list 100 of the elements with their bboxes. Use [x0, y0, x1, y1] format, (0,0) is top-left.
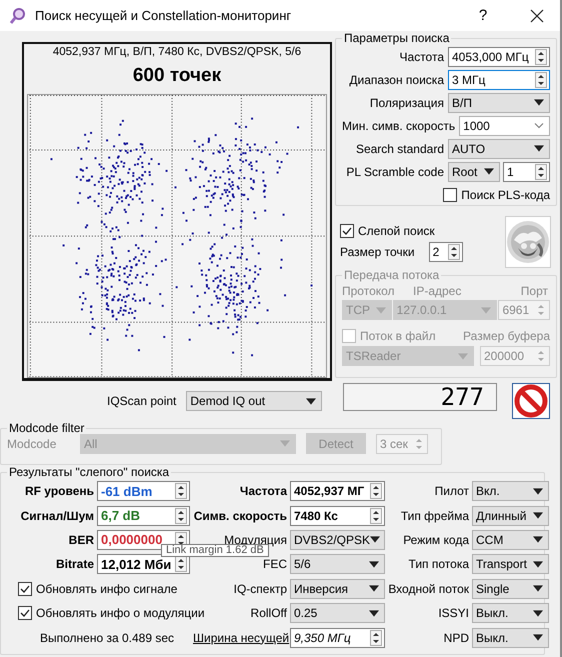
stream-info-label: Режим кода: [402, 532, 469, 547]
spin-field[interactable]: 7480 Кс: [290, 506, 385, 526]
blind-search-checkbox[interactable]: Слепой поиск: [340, 224, 463, 238]
port-label: Порт: [520, 284, 548, 298]
spinner-icon: [175, 508, 187, 524]
spin-field[interactable]: 4053,000 МГц: [448, 46, 550, 66]
dropdown[interactable]: Инверсия: [290, 578, 385, 599]
caret-icon: [534, 99, 544, 106]
dropdown[interactable]: Single: [472, 578, 549, 599]
modulation-label: Модуляция: [223, 532, 287, 547]
caret-icon: [369, 585, 379, 592]
modulation-label: FEC: [262, 557, 287, 572]
signal-value-field[interactable]: 6,7 dB: [97, 506, 190, 526]
dot-size-label: Размер точки: [340, 245, 415, 259]
combo-field[interactable]: 1000: [459, 116, 550, 136]
iqscan-dropdown[interactable]: Demod IQ out: [186, 391, 322, 411]
no-entry-icon: [514, 384, 548, 418]
modcode-label: Modcode: [7, 436, 58, 450]
caret-icon: [370, 536, 380, 544]
dropdown[interactable]: Вкл.: [472, 481, 549, 502]
pls-search-checkbox[interactable]: Поиск PLS-кода: [443, 188, 550, 202]
caret-icon: [306, 398, 316, 404]
signal-summary: 4052,937 МГц, В/П, 7480 Кс, DVBS2/QPSK, 5/6: [52, 46, 302, 58]
field-label: Мин. симв. скорость: [342, 118, 456, 132]
caret-icon: [533, 610, 543, 617]
chevron-icon: [534, 122, 544, 129]
points-count: 600 точек: [132, 65, 222, 88]
dropdown[interactable]: 5/6: [290, 554, 385, 574]
spin-field[interactable]: 4052,937 МГ: [290, 481, 385, 502]
field-label: Диапазон поиска: [349, 72, 444, 86]
caret-icon: [280, 440, 290, 447]
elapsed-time: Выполнено за 0.489 sec: [40, 630, 176, 645]
stop-button[interactable]: [512, 383, 550, 419]
signal-value-field[interactable]: 12,012 Мби: [97, 554, 190, 574]
close-icon: [530, 8, 544, 22]
field-label: Поляризация: [370, 96, 444, 110]
spinner-icon: [535, 164, 547, 180]
spin-field[interactable]: 1: [503, 162, 550, 182]
spinner-icon: [535, 72, 547, 88]
group-title: Modcode filter: [8, 421, 86, 435]
field-label: PL Scramble code: [346, 164, 444, 178]
dropdown[interactable]: Root: [448, 162, 500, 182]
stream-info-label: Тип фрейма: [400, 508, 469, 523]
signal-label: Bitrate: [54, 557, 94, 572]
checkmark-icon: [341, 225, 353, 237]
help-button[interactable]: ?: [460, 0, 506, 31]
modulation-label: IQ-спектр: [232, 582, 287, 596]
field-label: Search standard: [356, 142, 444, 156]
spin-field[interactable]: 2: [428, 242, 463, 262]
dropdown[interactable]: CCM: [472, 530, 549, 550]
caret-icon: [533, 634, 543, 642]
signal-label: BER: [68, 532, 94, 547]
modulation-label: Симв. скорость: [193, 508, 287, 523]
update-checkbox[interactable]: Обновлять инфо сигнале: [18, 582, 178, 596]
spinner-icon: [175, 556, 187, 572]
spinner-icon: [370, 630, 382, 646]
window-title: Поиск несущей и Constellation-мониторинг: [35, 8, 292, 23]
spin-field[interactable]: 3 МГц: [448, 70, 550, 90]
spinner-icon: [370, 483, 382, 500]
caret-icon: [376, 306, 386, 314]
buffer-size-label: Размер буфера: [463, 329, 550, 343]
dropdown[interactable]: DVBS2/QPSK: [290, 530, 385, 550]
caret-icon: [369, 560, 379, 568]
spinner-icon: [535, 48, 547, 64]
iqscan-label: IQScan point: [107, 394, 176, 408]
field-label: Частота: [400, 50, 444, 64]
caret-icon: [533, 536, 543, 544]
group-title: Параметры поиска: [343, 31, 450, 45]
stream-info-label: ISSYI: [437, 606, 469, 620]
protocol-label: Протокол: [342, 284, 396, 298]
modulation-label: Частота: [238, 484, 287, 498]
group-title: Результаты "слепого" поиска: [8, 465, 170, 479]
stream-info-label: Тип потока: [408, 557, 469, 572]
dropdown[interactable]: Выкл.: [472, 603, 549, 624]
caret-icon: [369, 610, 379, 617]
update-checkbox[interactable]: Обновлять инфо о модуляции: [18, 606, 205, 620]
dropdown[interactable]: Transport: [472, 554, 549, 574]
dropdown[interactable]: AUTO: [448, 138, 550, 158]
ip-label: IP-адрес: [413, 284, 462, 298]
spinner-icon: [175, 483, 187, 500]
signal-label: RF уровень: [24, 484, 94, 498]
stream-info-label: NPD: [442, 630, 469, 645]
stream-info-label: Входной поток: [388, 582, 469, 596]
signal-value-field[interactable]: -61 dBm: [97, 481, 190, 502]
spinner-icon: [448, 244, 460, 260]
logo-button[interactable]: [505, 216, 551, 268]
caret-icon: [533, 488, 543, 495]
dropdown[interactable]: 0.25: [290, 603, 385, 624]
tooltip: Link margin 1.62 dB: [161, 544, 269, 557]
spin-field[interactable]: 9,350 МГц: [290, 628, 385, 648]
spinner-icon: [370, 508, 382, 524]
dropdown[interactable]: Выкл.: [472, 628, 549, 648]
magnifier-icon: [9, 6, 27, 24]
caret-icon: [533, 560, 543, 568]
group-title: Передача потока: [343, 268, 440, 282]
caret-icon: [458, 352, 468, 360]
bandwidth-link[interactable]: Ширина несущей: [193, 630, 287, 645]
dropdown[interactable]: Длинный: [472, 506, 549, 526]
counter-display: 277: [343, 383, 497, 411]
dropdown[interactable]: В/П: [448, 92, 550, 112]
